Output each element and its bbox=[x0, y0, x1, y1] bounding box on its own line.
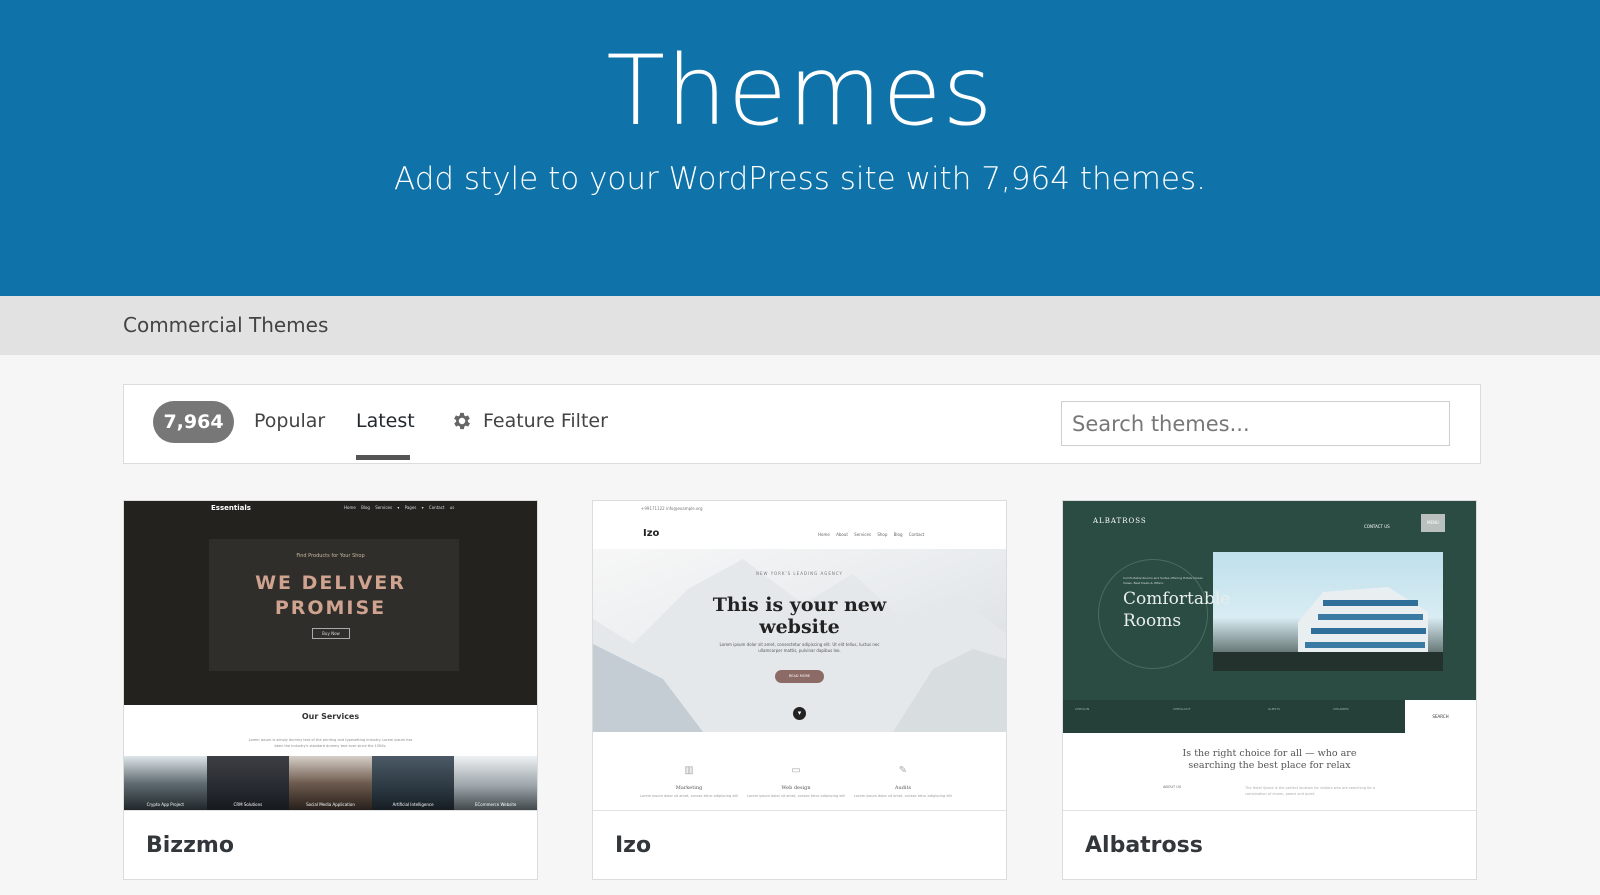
preview-logo: ALBATROSS bbox=[1093, 517, 1147, 525]
preview-service-photos: Crypto App Project CRM Solutions Social … bbox=[124, 756, 537, 810]
preview-hotel-photo bbox=[1213, 552, 1443, 671]
theme-card-albatross[interactable]: ALBATROSS CONTACT US MENU Comfortable Ro… bbox=[1062, 500, 1477, 880]
preview-topbar: +99171122 info@example.org bbox=[593, 501, 1006, 519]
preview-hero: ALBATROSS CONTACT US MENU Comfortable Ro… bbox=[1063, 501, 1476, 731]
theme-name[interactable]: Albatross bbox=[1085, 833, 1203, 858]
search-themes-input[interactable] bbox=[1061, 401, 1450, 446]
preview-tagline: Is the right choice for all — who are se… bbox=[1182, 748, 1357, 771]
theme-card-izo[interactable]: +99171122 info@example.org Izo Home Abou… bbox=[592, 500, 1007, 880]
theme-card-bizzmo[interactable]: Essentials Home Blog Services ▾ Pages ▾ … bbox=[123, 500, 538, 880]
preview-button: READ MORE bbox=[775, 670, 824, 683]
preview-section-title: Our Services bbox=[301, 712, 360, 721]
preview-logo: Izo bbox=[643, 528, 660, 539]
service-photo: Artificial Intelligence bbox=[371, 756, 455, 810]
commercial-themes-link[interactable]: Commercial Themes bbox=[123, 313, 328, 337]
feature-filter-label: Feature Filter bbox=[483, 410, 608, 432]
service-photo: Crypto App Project bbox=[124, 756, 207, 810]
preview-search-button: SEARCH bbox=[1405, 700, 1476, 733]
preview-mini-label: ABOUT US bbox=[1163, 785, 1182, 789]
service-photo: ECommerce Website bbox=[454, 756, 537, 810]
preview-mini-text: The Hotel Space is the perfect location … bbox=[1245, 786, 1376, 796]
monitor-icon: ▭ bbox=[791, 765, 801, 776]
sub-navigation: Commercial Themes bbox=[0, 296, 1600, 355]
theme-screenshot[interactable]: +99171122 info@example.org Izo Home Abou… bbox=[593, 501, 1006, 811]
theme-name[interactable]: Izo bbox=[615, 833, 651, 858]
preview-hero: NEW YORK'S LEADING AGENCY This is your n… bbox=[593, 549, 1006, 732]
preview-feature: ✎ Audits Lorem ipsum dolor sit amet, con… bbox=[854, 765, 952, 798]
preview-text: Lorem ipsum dolor sit amet, consectetur … bbox=[719, 642, 880, 653]
preview-nav: Home Blog Services ▾ Pages ▾ Contact us bbox=[344, 505, 455, 510]
service-photo: CRM Solutions bbox=[206, 756, 290, 810]
preview-small-text: Comfortable Rooms and Suites offering Ho… bbox=[1123, 576, 1203, 585]
preview-feature: ▭ Web design Lorem ipsum dolor sit amet,… bbox=[747, 765, 845, 798]
preview-headline: WE DELIVER PROMISE bbox=[255, 572, 406, 619]
edit-icon: ✎ bbox=[898, 765, 908, 776]
chevron-down-icon: ▾ bbox=[793, 707, 806, 720]
preview-headline: Comfortable Rooms bbox=[1123, 589, 1231, 631]
hotel-building-illustration bbox=[1213, 587, 1443, 671]
hero-banner: Themes Add style to your WordPress site … bbox=[0, 0, 1600, 296]
preview-section-text: Lorem ipsum is simply dummy text of the … bbox=[248, 738, 413, 748]
tab-latest[interactable]: Latest bbox=[356, 408, 415, 434]
preview-headline: This is your new website bbox=[712, 594, 887, 638]
gear-icon bbox=[454, 412, 470, 430]
page-subtitle: Add style to your WordPress site with 7,… bbox=[394, 161, 1206, 197]
chart-icon: ▥ bbox=[684, 765, 694, 776]
preview-button: Buy Now bbox=[312, 628, 350, 639]
page-title: Themes bbox=[606, 35, 994, 147]
mountain-illustration bbox=[593, 559, 1006, 732]
theme-screenshot[interactable]: Essentials Home Blog Services ▾ Pages ▾ … bbox=[124, 501, 537, 811]
preview-nav: Izo Home About Services Shop Blog Contac… bbox=[593, 519, 1006, 549]
preview-kicker: Find Products for Your Shop bbox=[296, 553, 365, 559]
preview-logo: Essentials bbox=[211, 504, 251, 512]
menu-icon: MENU bbox=[1421, 514, 1445, 532]
service-photo: Social Media Application bbox=[289, 756, 372, 810]
preview-kicker: NEW YORK'S LEADING AGENCY bbox=[756, 571, 843, 576]
theme-filter-bar: 7,964 Popular Latest Feature Filter bbox=[123, 384, 1481, 464]
preview-hero: Essentials Home Blog Services ▾ Pages ▾ … bbox=[124, 501, 537, 705]
preview-menu: Home About Services Shop Blog Contact bbox=[818, 532, 925, 537]
active-tab-indicator bbox=[356, 455, 410, 460]
feature-filter-button[interactable]: Feature Filter bbox=[451, 408, 608, 434]
preview-contact: CONTACT US bbox=[1364, 524, 1390, 529]
theme-screenshot[interactable]: ALBATROSS CONTACT US MENU Comfortable Ro… bbox=[1063, 501, 1476, 811]
preview-feature: ▥ Marketing Lorem ipsum dolor sit amet, … bbox=[640, 765, 738, 798]
theme-count-badge: 7,964 bbox=[153, 401, 234, 443]
tab-popular[interactable]: Popular bbox=[254, 408, 325, 434]
theme-name[interactable]: Bizzmo bbox=[146, 833, 234, 858]
